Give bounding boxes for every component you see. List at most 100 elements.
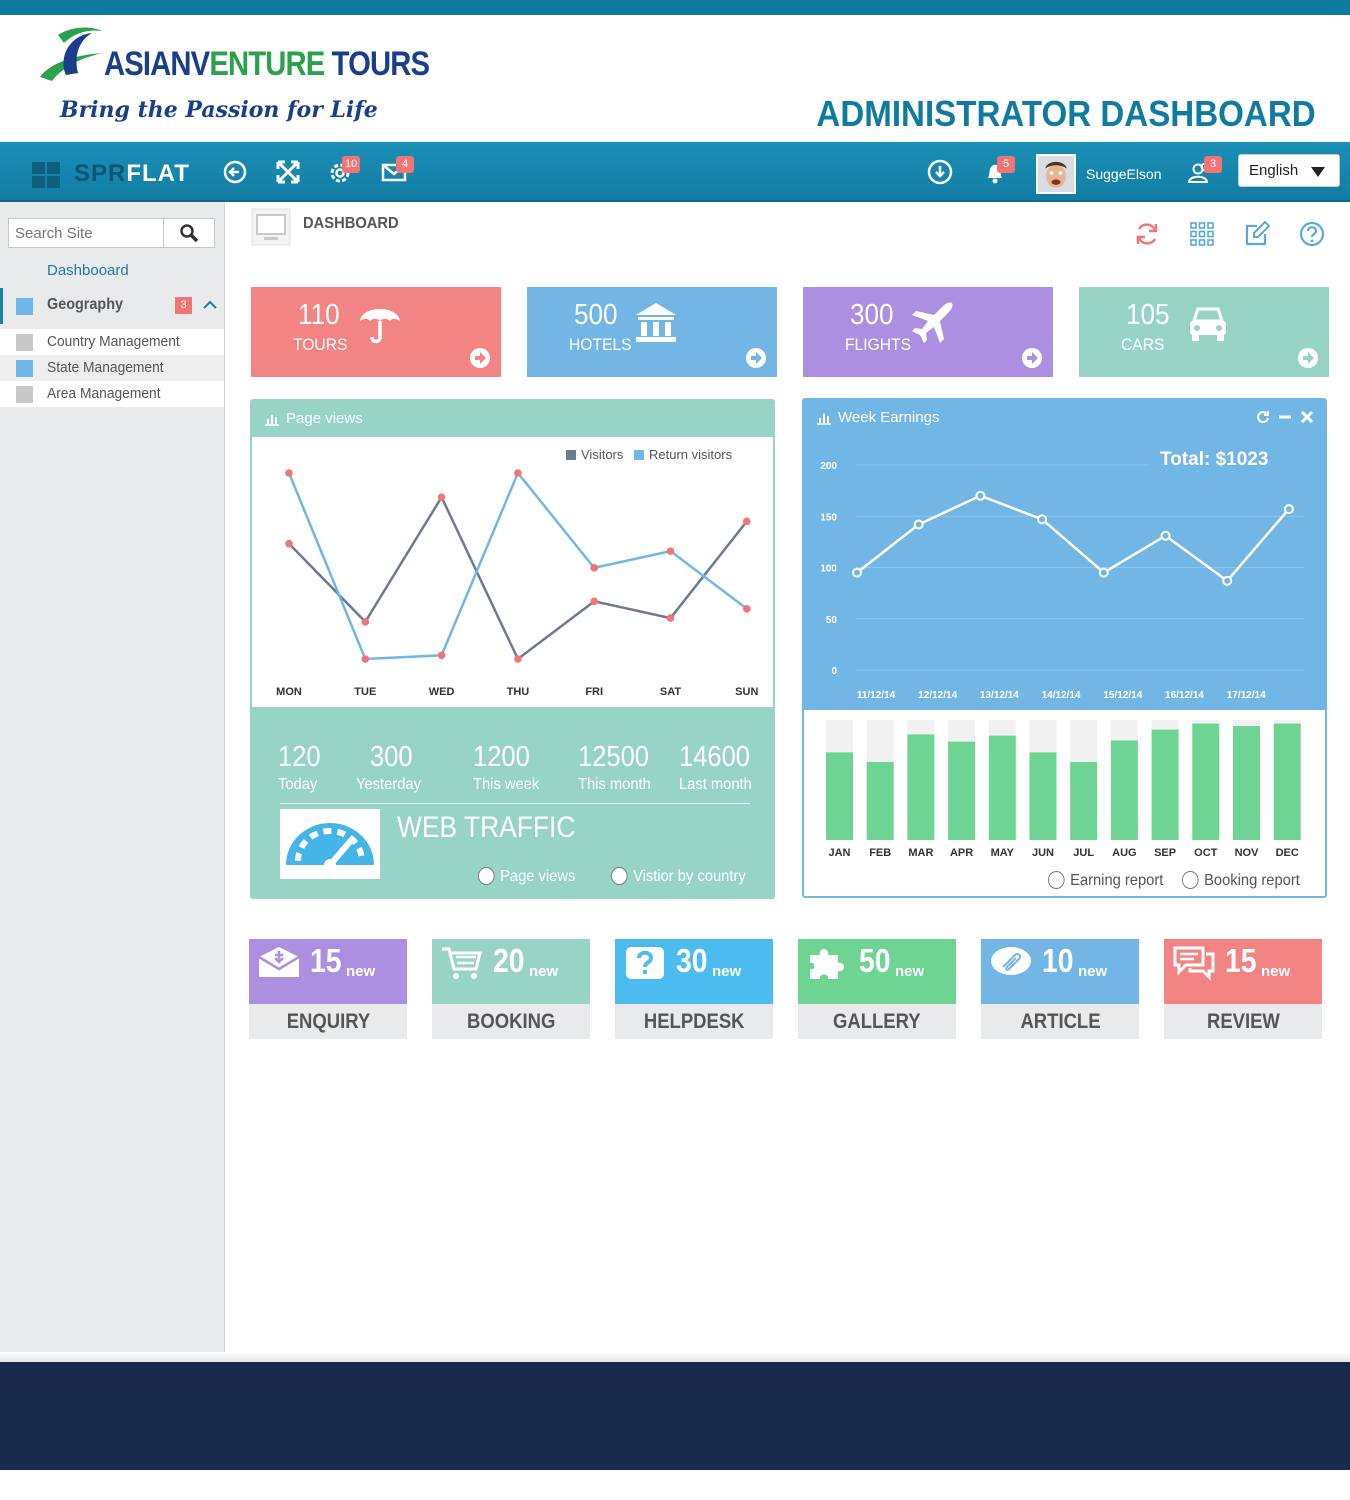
bar (1151, 729, 1179, 840)
settings-badge: 10 (342, 156, 361, 173)
arrow-right-circle-icon[interactable] (1297, 347, 1319, 369)
x-tick-label: WED (429, 686, 455, 698)
data-point (666, 614, 675, 622)
page-bottom (0, 1470, 1350, 1500)
close-icon[interactable] (1300, 410, 1314, 424)
x-tick-label: SEP (1154, 847, 1176, 859)
legend-visitors: Visitors (581, 447, 624, 462)
y-tick-label: 0 (831, 666, 837, 677)
settings-gear-icon[interactable]: 10 (326, 156, 361, 186)
search-button[interactable] (164, 219, 214, 247)
sidebar-item-label: State Management (47, 359, 164, 376)
cart-icon (442, 947, 482, 979)
tile-review[interactable]: 15 new REVIEW (1164, 939, 1322, 1039)
stat-card-hotels[interactable]: 500 HOTELS (527, 287, 777, 377)
tile-booking[interactable]: 20 new BOOKING (432, 939, 590, 1039)
x-tick-label: DEC (1276, 847, 1299, 859)
radio-earning-report[interactable]: Earning report (1048, 871, 1163, 890)
grid-icon[interactable] (1188, 220, 1216, 248)
stat-card-tours[interactable]: 110 TOURS (251, 287, 501, 377)
mail-icon (258, 947, 300, 977)
sidebar-item-country-management[interactable]: Country Management (0, 329, 224, 355)
stat-card-cars[interactable]: 105 CARS (1079, 287, 1329, 377)
users-icon[interactable]: 3 (1186, 156, 1222, 186)
data-point (1222, 575, 1233, 586)
sidebar-item-state-management[interactable]: State Management (0, 355, 224, 381)
reload-icon[interactable] (1256, 410, 1270, 424)
bar (948, 741, 976, 840)
bank-icon (636, 303, 676, 342)
x-tick-label: JUL (1073, 847, 1094, 859)
tile-new: new (1261, 963, 1291, 980)
bar (1029, 752, 1057, 840)
tile-article[interactable]: 10 new ARTICLE (981, 939, 1139, 1039)
search-input[interactable] (9, 219, 164, 247)
square-icon (16, 386, 33, 403)
umbrella-icon (360, 309, 400, 344)
sidebar-item-area-management[interactable]: Area Management (0, 381, 224, 407)
bar (866, 762, 894, 840)
tile-count: 15 (1225, 942, 1257, 979)
x-tick-label: JAN (828, 847, 850, 859)
week-earnings-panel: Week Earnings Total: $1023 0 50 100 150 200 1… (802, 398, 1327, 898)
refresh-icon[interactable] (1133, 220, 1161, 248)
minimize-icon[interactable] (1278, 410, 1292, 424)
car-icon (1190, 307, 1226, 341)
square-icon (16, 334, 33, 351)
tile-label: GALLERY (798, 1004, 956, 1039)
sidebar-item-label: Country Management (47, 333, 180, 350)
data-point (437, 493, 446, 501)
fullscreen-icon[interactable] (274, 158, 302, 186)
radio-booking-report[interactable]: Booking report (1182, 871, 1300, 890)
arrow-right-circle-icon[interactable] (1021, 347, 1043, 369)
x-tick-label: SAT (660, 686, 681, 698)
sidebar-item-geography[interactable]: Geography 3 (0, 288, 224, 324)
data-point (361, 618, 370, 626)
main-content: DASHBOARD 110 TOURS 500 HOTELS 300 FLIGH… (225, 202, 1350, 1362)
language-select[interactable]: English (1238, 154, 1340, 187)
bar (1233, 726, 1260, 840)
x-tick-label: AUG (1112, 847, 1136, 859)
help-icon[interactable] (1298, 220, 1326, 248)
tile-count: 10 (1042, 942, 1074, 979)
tile-gallery[interactable]: 50 new GALLERY (798, 939, 956, 1039)
edit-icon[interactable] (1243, 220, 1271, 248)
footer (0, 1362, 1350, 1470)
stat-value: 500 (574, 299, 618, 331)
data-point (361, 655, 370, 663)
stat-value: 300 (850, 299, 894, 331)
arrow-right-circle-icon[interactable] (469, 347, 491, 369)
download-icon[interactable] (926, 158, 954, 186)
panel-title: Week Earnings (838, 409, 940, 426)
stat-card-flights[interactable]: 300 FLIGHTS (803, 287, 1053, 377)
tile-helpdesk[interactable]: 30 new HELPDESK (615, 939, 773, 1039)
sidebar-item-dashboard[interactable]: Dashbooard (47, 262, 129, 279)
back-arrow-icon[interactable] (221, 158, 249, 186)
stat-label: FLIGHTS (845, 335, 912, 354)
web-traffic-title: WEB TRAFFIC (397, 811, 576, 844)
radio-page-views[interactable]: Page views (478, 867, 575, 886)
radio-visitor-by-country[interactable]: Vistior by country (611, 867, 746, 886)
x-tick-label: THU (507, 686, 530, 698)
sidebar: Dashbooard Geography 3 Country Managemen… (0, 202, 225, 1362)
data-point (590, 564, 598, 572)
x-tick-label: 16/12/14 (1165, 690, 1204, 701)
tile-enquiry[interactable]: 15 new ENQUIRY (249, 939, 407, 1039)
user-avatar[interactable] (1036, 154, 1076, 194)
chevron-up-icon[interactable] (201, 296, 219, 314)
y-tick-label: 200 (820, 461, 837, 472)
page-views-summary: 120 Today 300 Yesterday 1200 This week 1250… (252, 707, 773, 897)
monthly-bar-chart: JAN FEB MAR APR MAY JUN JUL AUG SEP OCT NOV DEC (826, 720, 1301, 859)
mail-icon[interactable]: 4 (380, 156, 414, 186)
bar-chart-icon (817, 414, 831, 425)
data-point (437, 651, 446, 660)
asianventure-logo[interactable]: ASIANVENTURE TOURS Bring the Passion for… (30, 25, 430, 125)
tile-review-top: 15 new (1164, 939, 1322, 1004)
tile-helpdesk-top: 30 new (615, 939, 773, 1004)
bell-icon[interactable]: 5 (981, 156, 1015, 186)
user-name[interactable]: SuggeElson (1086, 166, 1162, 182)
data-point (285, 469, 293, 477)
data-point (1283, 504, 1294, 515)
arrow-right-circle-icon[interactable] (745, 347, 767, 369)
x-tick-label: NOV (1235, 847, 1260, 859)
